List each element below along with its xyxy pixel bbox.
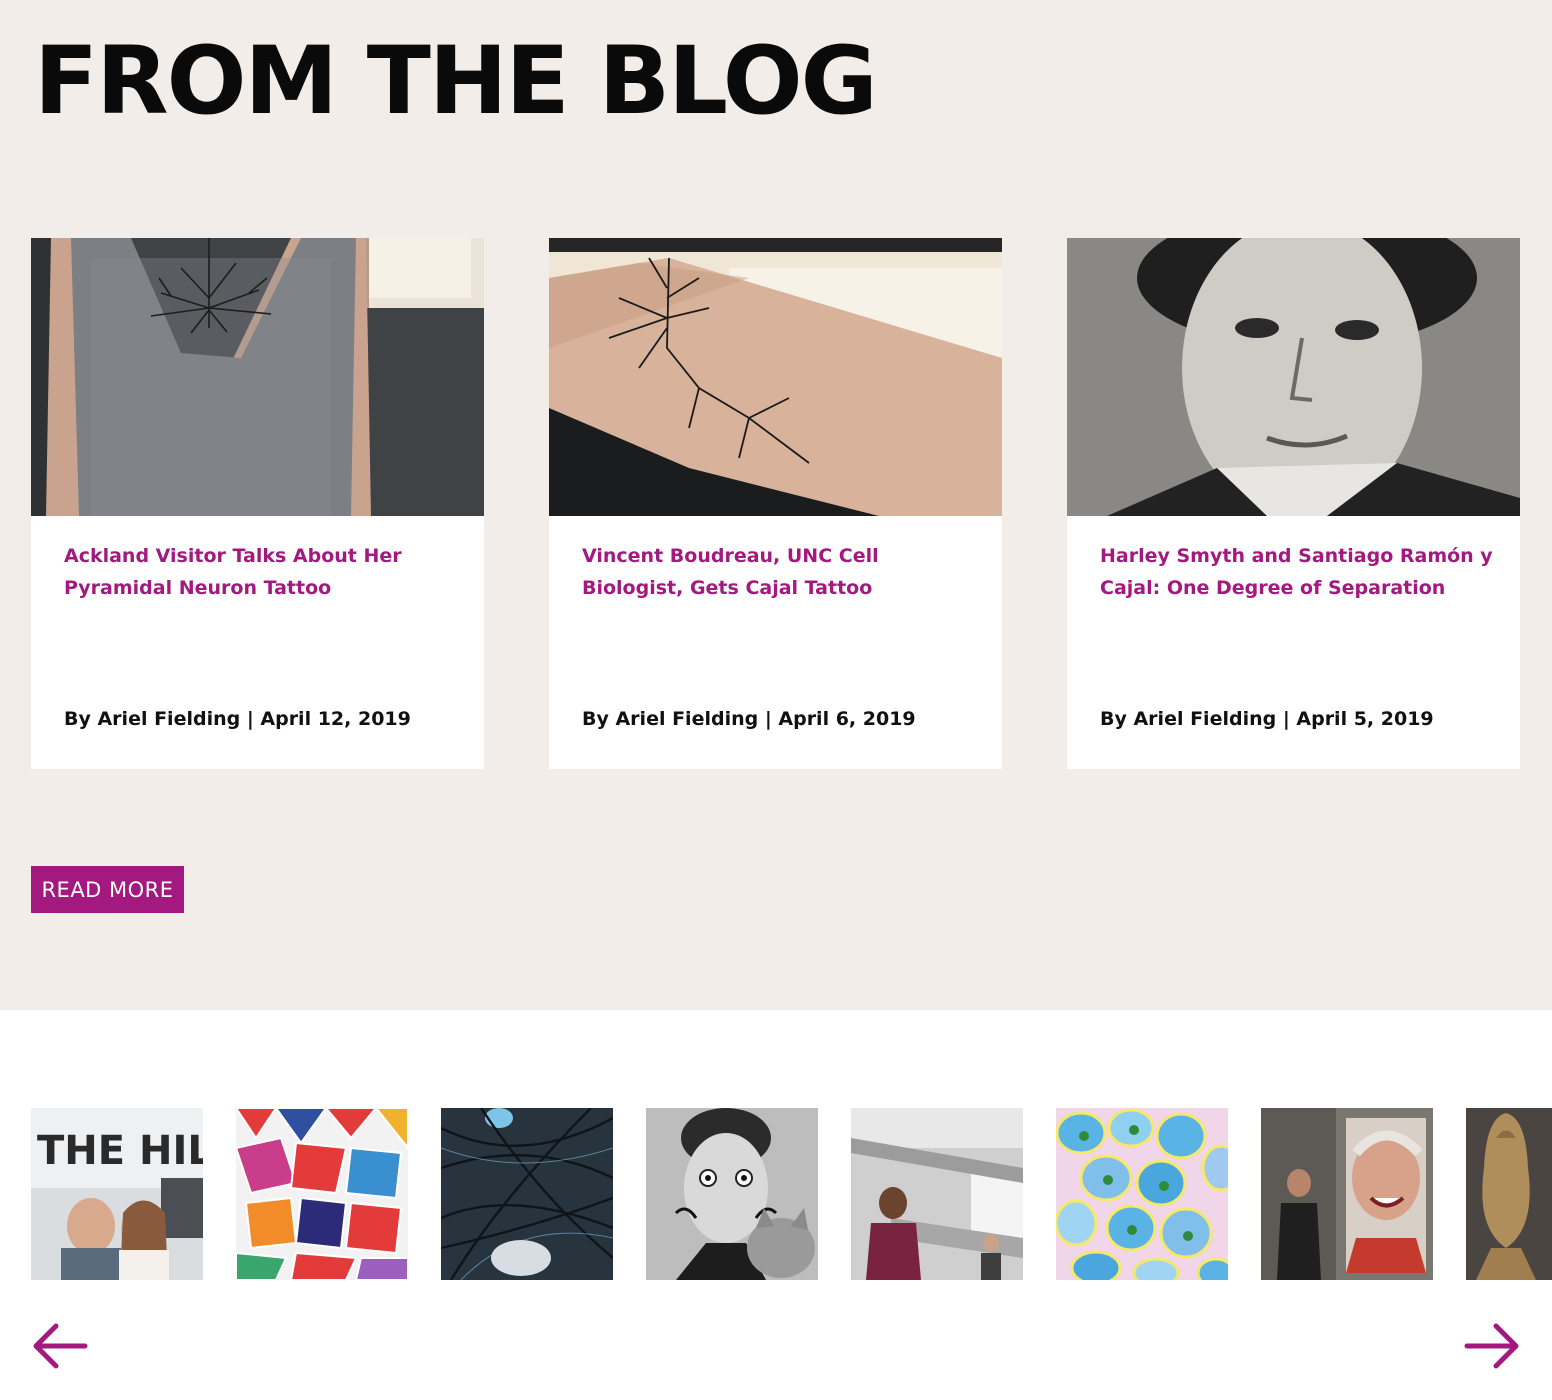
blog-card-title[interactable]: Harley Smyth and Santiago Ramón y Cajal:…: [1100, 540, 1495, 604]
carousel-prev-button[interactable]: [30, 1322, 88, 1370]
gallery-thumb-cell-painting[interactable]: [1056, 1108, 1228, 1280]
blog-card-title[interactable]: Ackland Visitor Talks About Her Pyramida…: [64, 540, 459, 604]
gallery-thumb-buddha-sculpture[interactable]: [1466, 1108, 1552, 1280]
image-gallery-carousel: THE HILL: [0, 1010, 1552, 1400]
blog-card-title[interactable]: Vincent Boudreau, UNC Cell Biologist, Ge…: [582, 540, 977, 604]
gallery-thumb-portrait-painting[interactable]: [1261, 1108, 1433, 1280]
read-more-button[interactable]: READ MORE: [31, 866, 184, 913]
blog-card-image-tattoo-back[interactable]: [31, 238, 484, 516]
arrow-left-icon: [33, 1323, 88, 1369]
blog-card-meta: By Ariel Fielding | April 6, 2019: [582, 708, 916, 730]
gallery-thumb-dali-portrait[interactable]: [646, 1108, 818, 1280]
arrow-right-icon: [1464, 1323, 1519, 1369]
gallery-thumb-students-activity[interactable]: [851, 1108, 1023, 1280]
carousel-next-button[interactable]: [1464, 1322, 1522, 1370]
blog-card[interactable]: Ackland Visitor Talks About Her Pyramida…: [31, 238, 484, 769]
blog-card-meta: By Ariel Fielding | April 5, 2019: [1100, 708, 1434, 730]
blog-card-image-portrait[interactable]: [1067, 238, 1520, 516]
blog-section: FROM THE BLOG Ackland Visitor Talks Abou…: [0, 0, 1552, 1010]
gallery-thumb-cube-artwork[interactable]: [236, 1108, 408, 1280]
blog-card[interactable]: Vincent Boudreau, UNC Cell Biologist, Ge…: [549, 238, 1002, 769]
gallery-thumb-radio-studio[interactable]: THE HILL: [31, 1108, 203, 1280]
thumb-sign-text: THE HILL: [37, 1128, 203, 1174]
section-heading: FROM THE BLOG: [34, 27, 878, 136]
blog-card-meta: By Ariel Fielding | April 12, 2019: [64, 708, 411, 730]
blog-card[interactable]: Harley Smyth and Santiago Ramón y Cajal:…: [1067, 238, 1520, 769]
gallery-thumb-branch-sculpture[interactable]: [441, 1108, 613, 1280]
blog-card-image-arm-tattoo[interactable]: [549, 238, 1002, 516]
